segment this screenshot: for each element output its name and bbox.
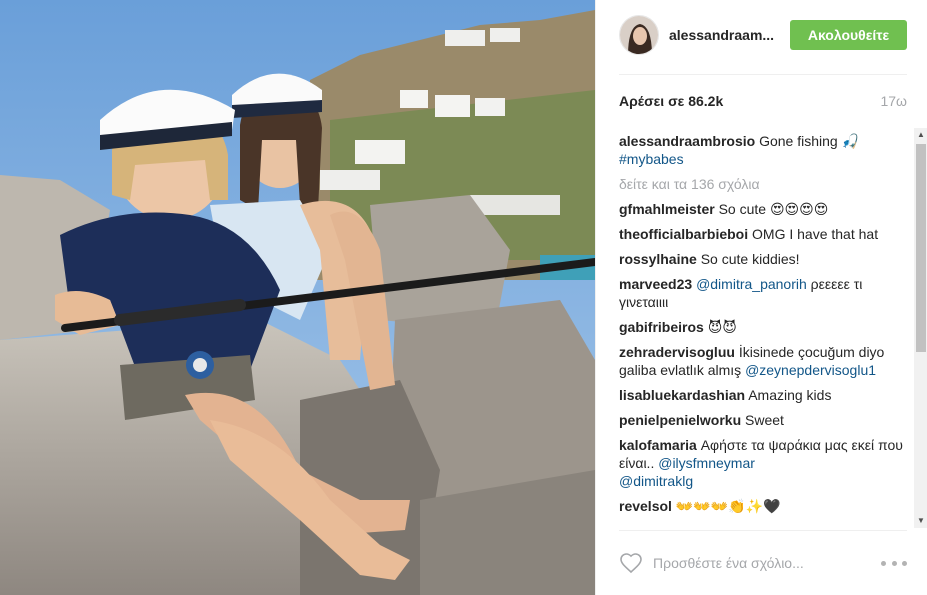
comment-user[interactable]: theofficialbarbieboi: [619, 226, 748, 242]
comment-item: penielpenielworku Sweet: [619, 411, 907, 429]
post-photo[interactable]: [0, 0, 595, 595]
comment-input[interactable]: [653, 555, 863, 571]
more-options-icon[interactable]: [881, 555, 907, 571]
comment-text: So cute kiddies!: [700, 251, 800, 267]
mention-link[interactable]: @zeynepdervisoglu1: [745, 362, 876, 378]
follow-button[interactable]: Ακολουθείτε: [790, 20, 907, 50]
avatar[interactable]: [619, 15, 659, 55]
comment-user[interactable]: marveed23: [619, 276, 692, 292]
dot-icon: [902, 560, 907, 566]
heart-icon[interactable]: [619, 551, 643, 575]
divider: [619, 530, 907, 531]
comment-item: gfmahlmeister So cute 😍😍😍😍: [619, 200, 907, 218]
comment-text: 👐👐👐👏✨🖤: [675, 498, 781, 514]
mention-link[interactable]: @dimitraklg: [619, 473, 693, 489]
scroll-thumb[interactable]: [916, 144, 926, 352]
scroll-up-arrow-icon[interactable]: ▲: [914, 128, 927, 142]
comment-user[interactable]: gabifribeiros: [619, 319, 704, 335]
comment-user[interactable]: lisabluekardashian: [619, 387, 745, 403]
comment-item: theofficialbarbieboi OMG I have that hat: [619, 225, 907, 243]
post-header: alessandraam... Ακολουθείτε: [619, 13, 907, 57]
divider: [619, 74, 907, 75]
caption-text: Gone fishing 🎣: [759, 133, 859, 149]
scroll-down-arrow-icon[interactable]: ▼: [914, 514, 927, 528]
mention-link[interactable]: @dimitra_panorih: [696, 276, 807, 292]
view-all-comments[interactable]: δείτε και τα 136 σχόλια: [619, 175, 907, 193]
comment-item: kalofamaria Αφήστε τα ψαράκια μας εκεί π…: [619, 436, 907, 490]
comment-item: rossylhaine So cute kiddies!: [619, 250, 907, 268]
comment-bar: [619, 547, 907, 579]
comments-list[interactable]: alessandraambrosio Gone fishing 🎣 #mybab…: [619, 132, 907, 527]
dot-icon: [891, 560, 897, 566]
comment-text: OMG I have that hat: [752, 226, 879, 242]
comment-text: 😈😈: [707, 319, 737, 335]
comment-user[interactable]: kalofamaria: [619, 437, 697, 453]
comment-user[interactable]: gfmahlmeister: [619, 201, 715, 217]
caption-user[interactable]: alessandraambrosio: [619, 133, 755, 149]
comment-user[interactable]: penielpenielworku: [619, 412, 741, 428]
comment-text: Sweet: [745, 412, 784, 428]
post-time[interactable]: 17ω: [880, 93, 907, 109]
comment-item: zehradervisogluu İkisinede çocuğum diyo …: [619, 343, 907, 379]
comments-scrollbar[interactable]: ▲ ▼: [914, 128, 927, 528]
comment-text: So cute 😍😍😍😍: [718, 201, 829, 217]
comment-item: revelsol 👐👐👐👏✨🖤: [619, 497, 907, 515]
likes-count[interactable]: Αρέσει σε 86.2k: [619, 93, 723, 109]
username[interactable]: alessandraam...: [669, 27, 777, 43]
dot-icon: [881, 560, 886, 566]
comment-user[interactable]: rossylhaine: [619, 251, 697, 267]
comment-item: marveed23 @dimitra_panorih ρεεεεε τι γιν…: [619, 275, 907, 311]
comment-item: gabifribeiros 😈😈: [619, 318, 907, 336]
comment-user[interactable]: zehradervisogluu: [619, 344, 735, 360]
comment-text: Amazing kids: [748, 387, 832, 403]
mention-link[interactable]: @ilysfmneymar: [658, 455, 755, 471]
comment-user[interactable]: revelsol: [619, 498, 672, 514]
caption: alessandraambrosio Gone fishing 🎣 #mybab…: [619, 132, 907, 168]
post-sidebar: alessandraam... Ακολουθείτε Αρέσει σε 86…: [595, 0, 927, 595]
hashtag-link[interactable]: #mybabes: [619, 151, 684, 167]
comment-item: lisabluekardashian Amazing kids: [619, 386, 907, 404]
likes-row: Αρέσει σε 86.2k 17ω: [619, 93, 907, 109]
